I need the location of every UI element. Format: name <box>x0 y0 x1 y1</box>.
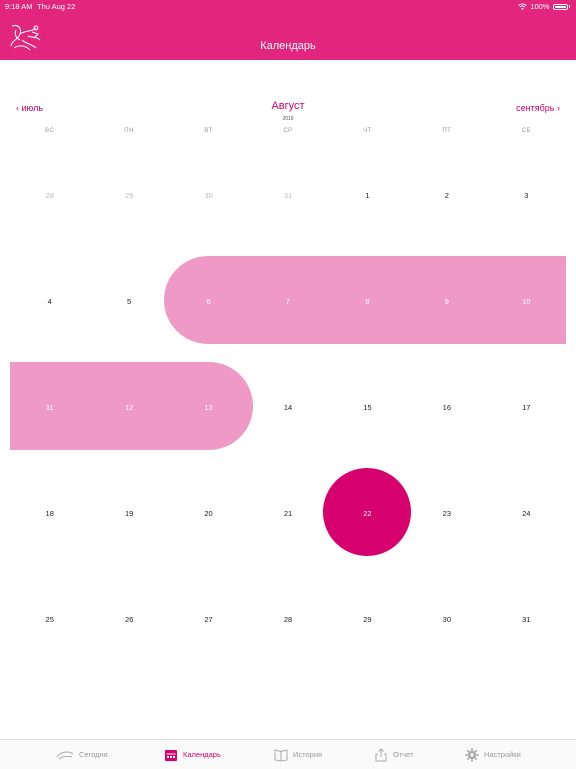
tab-history[interactable]: История <box>274 740 322 769</box>
tab-bar: Сегодня Календарь История Отчет Настройк… <box>0 739 576 769</box>
tab-settings-label: Настройки <box>484 750 521 759</box>
day-cell[interactable]: 5 <box>89 248 168 354</box>
day-cell[interactable]: 30 <box>407 566 486 672</box>
battery-percent: 100% <box>530 2 550 11</box>
day-cell[interactable]: 10 <box>487 248 566 354</box>
day-cell[interactable]: 30 <box>169 142 248 248</box>
day-cell[interactable]: 4 <box>10 248 89 354</box>
day-cell[interactable]: 15 <box>328 354 407 460</box>
next-month-label: сентябрь <box>516 103 555 113</box>
weekday-label: ЧТ <box>363 128 372 134</box>
month-title: Август <box>271 100 305 112</box>
day-cell[interactable]: 18 <box>10 460 89 566</box>
month-navigation: ‹ июль Август 2019 сентябрь › <box>0 100 576 122</box>
calendar-icon <box>165 749 177 761</box>
tab-today[interactable]: Сегодня <box>56 740 108 769</box>
day-cell[interactable]: 6 <box>169 248 248 354</box>
wifi-icon <box>518 3 528 10</box>
status-time: 9:18 AM <box>5 2 33 11</box>
day-cell[interactable]: 1 <box>328 142 407 248</box>
status-date: Thu Aug 22 <box>37 2 76 11</box>
day-cell[interactable]: 13 <box>169 354 248 460</box>
tab-history-label: История <box>293 750 323 759</box>
day-cell[interactable]: 12 <box>89 354 168 460</box>
day-cell[interactable]: 27 <box>169 566 248 672</box>
day-cell[interactable]: 2 <box>407 142 486 248</box>
today-icon <box>56 751 74 759</box>
weekday-label: ПТ <box>442 128 452 134</box>
app-header: 9:18 AM Thu Aug 22 100% Календарь <box>0 0 576 60</box>
day-cell[interactable]: 31 <box>487 566 566 672</box>
battery-nub <box>568 5 570 8</box>
day-cell[interactable]: 31 <box>248 142 327 248</box>
weekday-label: ВТ <box>204 128 213 134</box>
calendar-grid: 28 29 30 31 1 2 3 4 5 6 7 8 9 10 11 12 13 14 15 16 17 18 19 20 2… <box>10 142 566 672</box>
day-cell[interactable]: 19 <box>89 460 168 566</box>
share-icon <box>375 747 387 761</box>
weekday-label: ПН <box>124 128 134 134</box>
weekday-label: ВС <box>45 128 55 134</box>
day-cell[interactable]: 28 <box>10 142 89 248</box>
chevron-right-icon: › <box>557 103 560 113</box>
next-month-button[interactable]: сентябрь › <box>516 103 560 113</box>
tab-report[interactable]: Отчет <box>374 740 414 769</box>
page-title: Календарь <box>260 40 316 52</box>
day-cell[interactable]: 3 <box>487 142 566 248</box>
year-label: 2019 <box>282 116 294 122</box>
day-cell[interactable]: 17 <box>487 354 566 460</box>
book-icon <box>274 748 288 762</box>
day-cell[interactable]: 28 <box>248 566 327 672</box>
status-bar: 9:18 AM Thu Aug 22 100% <box>0 0 576 13</box>
weekday-label: СБ <box>521 128 531 134</box>
tab-settings[interactable]: Настройки <box>465 740 521 769</box>
tab-today-label: Сегодня <box>79 750 108 759</box>
day-cell[interactable]: 14 <box>248 354 327 460</box>
day-cell[interactable]: 9 <box>407 248 486 354</box>
day-cell[interactable]: 8 <box>328 248 407 354</box>
day-cell[interactable]: 23 <box>407 460 486 566</box>
battery-icon <box>552 3 568 10</box>
day-cell[interactable]: 7 <box>248 248 327 354</box>
day-cell[interactable]: 21 <box>248 460 327 566</box>
day-cell[interactable]: 29 <box>89 142 168 248</box>
weekday-header: ВС ПН ВТ СР ЧТ ПТ СБ <box>10 128 566 138</box>
day-cell[interactable]: 20 <box>169 460 248 566</box>
day-cell[interactable]: 25 <box>10 566 89 672</box>
day-cell[interactable]: 11 <box>10 354 89 460</box>
tab-report-label: Отчет <box>393 750 414 759</box>
tab-calendar[interactable]: Календарь <box>164 740 221 769</box>
weekday-label: СР <box>283 128 293 134</box>
gear-icon <box>465 748 479 761</box>
day-cell[interactable]: 26 <box>89 566 168 672</box>
day-cell[interactable]: 24 <box>487 460 566 566</box>
day-cell[interactable]: 16 <box>407 354 486 460</box>
day-cell[interactable]: 29 <box>328 566 407 672</box>
status-right: 100% <box>518 2 570 11</box>
day-cell-today[interactable]: 22 <box>328 460 407 566</box>
tab-calendar-label: Календарь <box>183 750 221 759</box>
